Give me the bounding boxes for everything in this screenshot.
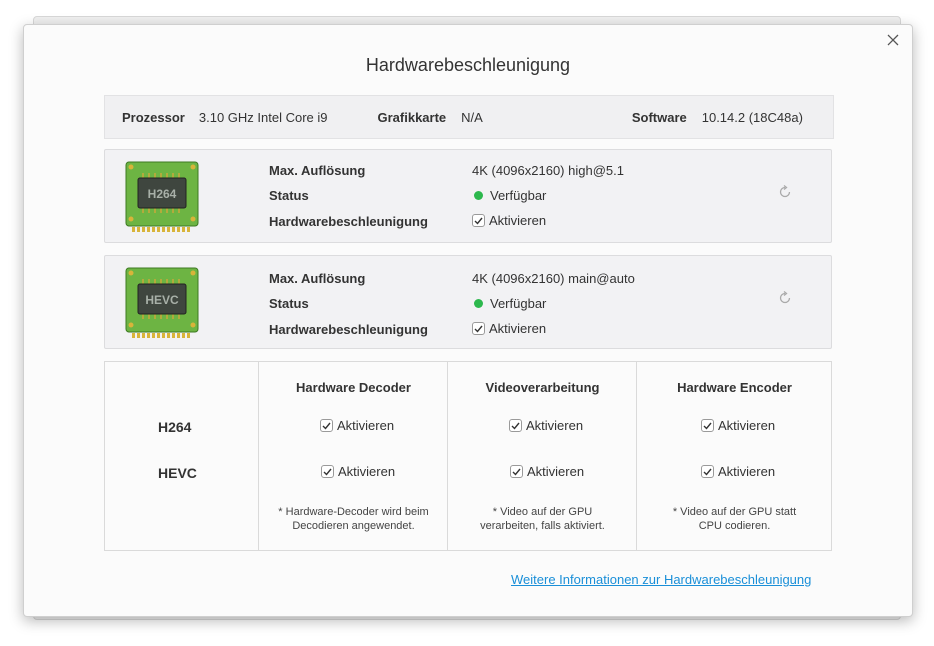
decoder-note: * Hardware-Decoder wird beim Decodieren a… xyxy=(278,506,429,532)
checkbox-checked-icon[interactable] xyxy=(509,419,522,432)
status-label: Status xyxy=(269,188,309,203)
h264-chip-text: H264 xyxy=(148,187,177,201)
hevc-encoder-checkbox[interactable]: Aktivieren xyxy=(701,464,775,479)
status-text: Verfügbar xyxy=(490,188,547,203)
max-resolution-label: Max. Auflösung xyxy=(269,163,366,178)
gpu-label: Grafikkarte xyxy=(377,109,447,125)
checkbox-label: Aktivieren xyxy=(338,464,396,479)
checkbox-checked-icon[interactable] xyxy=(472,214,485,227)
column-hardware-encoder: Hardware Encoder Aktivieren Aktivieren *… xyxy=(636,362,832,550)
status-value: Verfügbar xyxy=(472,296,546,311)
processor-label: Prozessor xyxy=(122,109,185,125)
processing-note: * Video auf der GPU verarbeiten, falls ak… xyxy=(480,506,605,532)
checkbox-label: Aktivieren xyxy=(489,321,547,336)
close-icon xyxy=(887,34,899,46)
max-resolution-value: 4K (4096x2160) main@auto xyxy=(472,271,635,286)
close-button[interactable] xyxy=(882,29,904,51)
column-header: Hardware Decoder xyxy=(296,380,411,395)
checkbox-label: Aktivieren xyxy=(337,418,395,433)
encoder-note: * Video auf der GPU statt CPU codieren. xyxy=(672,506,797,532)
codec-panel-h264: H264 Max. Auflösung 4K (4096x2160) high@… xyxy=(104,149,832,243)
software-label: Software xyxy=(631,109,687,125)
row-label-hevc: HEVC xyxy=(158,465,197,481)
hevc-chip-text: HEVC xyxy=(145,293,179,307)
hardware-acceleration-label: Hardwarebeschleunigung xyxy=(269,214,428,229)
status-ok-icon xyxy=(474,191,483,200)
checkbox-label: Aktivieren xyxy=(489,213,547,228)
processor-value: 3.10 GHz Intel Core i9 xyxy=(198,109,328,125)
status-label: Status xyxy=(269,296,309,311)
column-video-processing: Videoverarbeitung Aktivieren Aktivieren … xyxy=(447,362,637,550)
checkbox-checked-icon[interactable] xyxy=(701,419,714,432)
h264-chip-icon: H264 xyxy=(125,161,199,232)
checkbox-checked-icon[interactable] xyxy=(510,465,523,478)
hevc-decoder-checkbox[interactable]: Aktivieren xyxy=(321,464,395,479)
hardware-acceleration-label: Hardwarebeschleunigung xyxy=(269,322,428,337)
status-ok-icon xyxy=(474,299,483,308)
h264-processing-checkbox[interactable]: Aktivieren xyxy=(509,418,583,433)
acceleration-matrix: H264 HEVC Hardware Decoder Aktivieren Ak… xyxy=(104,361,832,551)
max-resolution-label: Max. Auflösung xyxy=(269,271,366,286)
gpu-value: N/A xyxy=(461,109,483,125)
hevc-acceleration-checkbox[interactable]: Aktivieren xyxy=(472,321,546,336)
column-hardware-decoder: Hardware Decoder Aktivieren Aktivieren *… xyxy=(258,362,448,550)
checkbox-checked-icon[interactable] xyxy=(701,465,714,478)
status-value: Verfügbar xyxy=(472,188,546,203)
h264-decoder-checkbox[interactable]: Aktivieren xyxy=(320,418,394,433)
h264-encoder-checkbox[interactable]: Aktivieren xyxy=(701,418,775,433)
checkbox-checked-icon[interactable] xyxy=(321,465,334,478)
hevc-chip-icon: HEVC xyxy=(125,267,199,338)
column-header: Videoverarbeitung xyxy=(485,380,600,395)
system-info-bar: Prozessor 3.10 GHz Intel Core i9 Grafikk… xyxy=(104,95,834,139)
software-value: 10.14.2 (18C48a) xyxy=(701,109,803,125)
max-resolution-value: 4K (4096x2160) high@5.1 xyxy=(472,163,624,178)
status-text: Verfügbar xyxy=(490,296,547,311)
checkbox-label: Aktivieren xyxy=(527,464,585,479)
row-label-h264: H264 xyxy=(158,419,192,435)
more-info-link[interactable]: Weitere Informationen zur Hardwarebeschl… xyxy=(511,572,811,587)
hardware-acceleration-dialog: Hardwarebeschleunigung Prozessor 3.10 GH… xyxy=(23,24,913,617)
refresh-icon[interactable] xyxy=(777,290,793,306)
checkbox-label: Aktivieren xyxy=(718,464,776,479)
checkbox-label: Aktivieren xyxy=(718,418,776,433)
checkbox-checked-icon[interactable] xyxy=(472,322,485,335)
h264-acceleration-checkbox[interactable]: Aktivieren xyxy=(472,213,546,228)
hevc-processing-checkbox[interactable]: Aktivieren xyxy=(510,464,584,479)
refresh-icon[interactable] xyxy=(777,184,793,200)
column-header: Hardware Encoder xyxy=(677,380,792,395)
checkbox-checked-icon[interactable] xyxy=(320,419,333,432)
codec-panel-hevc: HEVC Max. Auflösung 4K (4096x2160) main@… xyxy=(104,255,832,349)
dialog-title: Hardwarebeschleunigung xyxy=(365,55,571,75)
checkbox-label: Aktivieren xyxy=(526,418,584,433)
